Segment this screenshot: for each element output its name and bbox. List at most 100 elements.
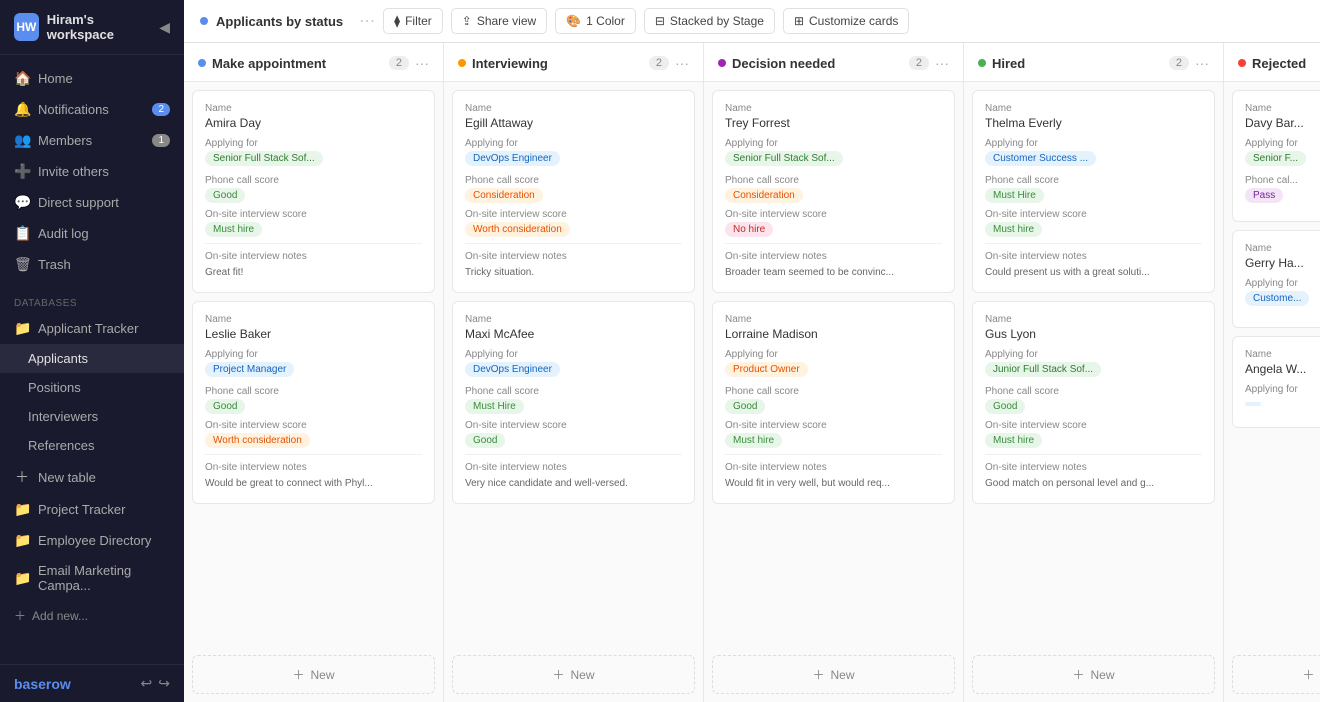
undo-icon[interactable]: ↩ [141, 675, 153, 692]
column-more-icon[interactable]: ··· [1195, 55, 1209, 71]
card-name-field: Name Gus Lyon [985, 314, 1202, 341]
table-row[interactable]: Name Gus Lyon Applying for Junior Full S… [972, 301, 1215, 504]
table-row[interactable]: Name Leslie Baker Applying for Project M… [192, 301, 435, 504]
color-button[interactable]: 🎨 1 Color [555, 8, 636, 34]
name-value: Lorraine Madison [725, 327, 942, 341]
applying-tag: Senior Full Stack Sof... [205, 151, 422, 169]
name-value: Gus Lyon [985, 327, 1202, 341]
phone-label: Phone call score [985, 386, 1202, 397]
name-value: Thelma Everly [985, 116, 1202, 130]
table-row[interactable]: Name Maxi McAfee Applying for DevOps Eng… [452, 301, 695, 504]
members-badge: 1 [152, 134, 170, 147]
card-name-field: Name Lorraine Madison [725, 314, 942, 341]
view-options-icon[interactable]: ⋯ [359, 11, 375, 31]
sidebar-item-audit[interactable]: 📋 Audit log [0, 218, 184, 249]
sidebar-item-positions[interactable]: Positions [0, 373, 184, 402]
folder-icon: 📁 [14, 320, 30, 337]
sidebar-item-references[interactable]: References [0, 431, 184, 460]
workspace-logo: HW [14, 13, 39, 41]
new-card-button[interactable]: ＋New [1232, 655, 1320, 694]
sidebar-item-applicant-tracker[interactable]: 📁 Applicant Tracker [0, 313, 184, 344]
applying-tag: DevOps Engineer [465, 362, 682, 380]
column-make-appointment: Make appointment2··· Name Amira Day Appl… [184, 43, 444, 702]
name-value: Amira Day [205, 116, 422, 130]
applying-label: Applying for [1245, 384, 1320, 395]
notes-label: On-site interview notes [985, 461, 1202, 475]
card-onsite-field: On-site interview score Must hire [205, 209, 422, 237]
folder2-icon: 📁 [14, 501, 30, 518]
table-row[interactable]: Name Gerry Ha... Applying for Custome... [1232, 230, 1320, 328]
table-row[interactable]: Name Egill Attaway Applying for DevOps E… [452, 90, 695, 293]
sidebar-item-applicants[interactable]: Applicants [0, 344, 184, 373]
applying-label: Applying for [1245, 138, 1320, 149]
onsite-tag: Worth consideration [465, 222, 682, 237]
onsite-tag: Must hire [205, 222, 422, 237]
sidebar-item-new-table[interactable]: ＋ New table [0, 460, 184, 494]
name-label: Name [1245, 243, 1320, 254]
sidebar-item-label: Email Marketing Campa... [38, 563, 170, 593]
table-row[interactable]: Name Davy Bar... Applying for Senior F..… [1232, 90, 1320, 222]
phone-tag: Must Hire [465, 399, 682, 414]
sidebar-item-members[interactable]: 👥 Members 1 [0, 125, 184, 156]
sidebar-item-label: Audit log [38, 226, 89, 241]
applying-tag: Product Owner [725, 362, 942, 380]
card-applying-field: Applying for [1245, 384, 1320, 409]
sidebar-item-interviewers[interactable]: Interviewers [0, 402, 184, 431]
notifications-icon: 🔔 [14, 101, 30, 118]
applying-tag [1245, 397, 1320, 409]
share-icon: ⇪ [462, 14, 472, 28]
name-value: Maxi McAfee [465, 327, 682, 341]
new-card-button[interactable]: ＋New [972, 655, 1215, 694]
card-name-field: Name Gerry Ha... [1245, 243, 1320, 270]
sidebar-item-home[interactable]: 🏠 Home [0, 63, 184, 94]
onsite-tag: Must hire [985, 433, 1202, 448]
sidebar-sub-label: Interviewers [28, 409, 98, 424]
card-applying-field: Applying for DevOps Engineer [465, 349, 682, 380]
table-row[interactable]: Name Amira Day Applying for Senior Full … [192, 90, 435, 293]
sidebar: HW Hiram's workspace ◀ 🏠 Home 🔔 Notifica… [0, 0, 184, 702]
filter-icon: ⧫ [394, 14, 400, 28]
table-row[interactable]: Name Lorraine Madison Applying for Produ… [712, 301, 955, 504]
sidebar-item-invite[interactable]: ➕ Invite others [0, 156, 184, 187]
notes-text: Great fit! [205, 266, 422, 280]
phone-label: Phone call score [725, 386, 942, 397]
sidebar-item-employee-directory[interactable]: 📁 Employee Directory [0, 525, 184, 556]
table-row[interactable]: Name Thelma Everly Applying for Customer… [972, 90, 1215, 293]
stack-button[interactable]: ⊟ Stacked by Stage [644, 8, 775, 34]
card-onsite-field: On-site interview score Good [465, 420, 682, 448]
applying-label: Applying for [1245, 278, 1320, 289]
customize-icon: ⊞ [794, 14, 804, 28]
table-row[interactable]: Name Angela W... Applying for [1232, 336, 1320, 428]
notes-text: Would be great to connect with Phyl... [205, 477, 422, 491]
onsite-tag: No hire [725, 222, 942, 237]
table-row[interactable]: Name Trey Forrest Applying for Senior Fu… [712, 90, 955, 293]
sidebar-item-notifications[interactable]: 🔔 Notifications 2 [0, 94, 184, 125]
column-more-icon[interactable]: ··· [935, 55, 949, 71]
new-card-button[interactable]: ＋New [712, 655, 955, 694]
filter-button[interactable]: ⧫ Filter [383, 8, 443, 34]
customize-cards-button[interactable]: ⊞ Customize cards [783, 8, 909, 34]
cards-container: Name Egill Attaway Applying for DevOps E… [444, 82, 703, 647]
column-more-icon[interactable]: ··· [415, 55, 429, 71]
card-name-field: Name Maxi McAfee [465, 314, 682, 341]
new-card-button[interactable]: ＋New [452, 655, 695, 694]
onsite-label: On-site interview score [985, 209, 1202, 220]
new-card-button[interactable]: ＋New [192, 655, 435, 694]
column-more-icon[interactable]: ··· [675, 55, 689, 71]
phone-tag: Consideration [725, 188, 942, 203]
sidebar-item-support[interactable]: 💬 Direct support [0, 187, 184, 218]
column-header-hired: Hired2··· [964, 43, 1223, 82]
name-value: Angela W... [1245, 362, 1320, 376]
new-label: New [1091, 668, 1115, 682]
onsite-label: On-site interview score [205, 209, 422, 220]
phone-tag: Must Hire [985, 188, 1202, 203]
redo-icon[interactable]: ↪ [158, 675, 170, 692]
add-new-button[interactable]: ＋ Add new... [0, 600, 184, 631]
share-view-button[interactable]: ⇪ Share view [451, 8, 547, 34]
name-label: Name [465, 314, 682, 325]
sidebar-item-trash[interactable]: 🗑 Trash [0, 249, 184, 280]
card-notes: On-site interview notes Broader team see… [725, 243, 942, 280]
sidebar-item-project-tracker[interactable]: 📁 Project Tracker [0, 494, 184, 525]
sidebar-item-email-marketing[interactable]: 📁 Email Marketing Campa... [0, 556, 184, 600]
collapse-sidebar-icon[interactable]: ◀ [159, 19, 170, 36]
